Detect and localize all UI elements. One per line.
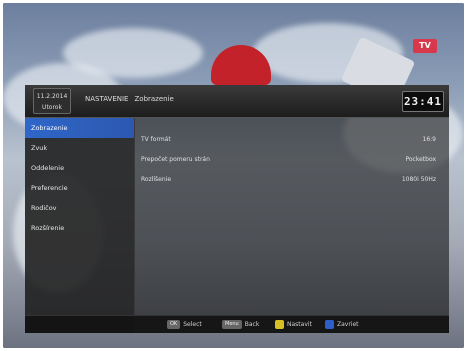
channel-logo: TV — [413, 39, 437, 53]
sidebar-item-zvuk[interactable]: Zvuk — [25, 138, 134, 158]
hint-ok: OK Select — [167, 320, 202, 330]
screen: TV 11.2.2014 Utorok NASTAVENIE Zobrazenie… — [0, 0, 467, 351]
settings-sidebar: Zobrazenie Zvuk Oddelenie Preferencie Ro… — [25, 118, 135, 333]
setting-label: Prepočet pomeru strán — [141, 156, 210, 163]
blue-key-icon — [325, 320, 334, 329]
hint-ok-label: Select — [183, 321, 202, 328]
sidebar-item-oddelenie[interactable]: Oddelenie — [25, 158, 134, 178]
sidebar-item-rodicov[interactable]: Rodičov — [25, 198, 134, 218]
clock: 23:41 — [402, 91, 444, 112]
sidebar-item-zobrazenie[interactable]: Zobrazenie — [25, 118, 134, 138]
ok-key-icon: OK — [167, 320, 181, 329]
key-hint-bar: OK Select Menu Back Nastavit Zavriet — [25, 315, 449, 333]
date-box: 11.2.2014 Utorok — [33, 88, 71, 114]
hint-menu-label: Back — [244, 321, 260, 328]
setting-row-aspect-conversion[interactable]: Prepočet pomeru strán Pocketbox — [141, 150, 441, 170]
tv-frame: TV 11.2.2014 Utorok NASTAVENIE Zobrazenie… — [3, 3, 464, 348]
setting-value[interactable]: Pocketbox — [405, 150, 436, 170]
setting-value[interactable]: 1080i 50Hz — [402, 170, 436, 190]
hint-blue-label: Zavriet — [337, 321, 359, 328]
hint-yellow-label: Nastavit — [287, 321, 312, 328]
weekday-text: Utorok — [42, 104, 62, 111]
menu-key-icon: Menu — [222, 320, 242, 329]
hint-menu: Menu Back — [222, 320, 259, 330]
breadcrumb-section: NASTAVENIE — [85, 95, 129, 103]
setting-label: TV formát — [141, 136, 171, 143]
settings-panel: 11.2.2014 Utorok NASTAVENIE Zobrazenie 23… — [25, 85, 449, 333]
hint-blue: Zavriet — [325, 320, 359, 330]
setting-row-tv-format[interactable]: TV formát 16:9 — [141, 130, 441, 150]
breadcrumb-page: Zobrazenie — [134, 95, 174, 103]
setting-row-resolution[interactable]: Rozlíšenie 1080i 50Hz — [141, 170, 441, 190]
date-text: 11.2.2014 — [36, 93, 68, 100]
panel-header: 11.2.2014 Utorok NASTAVENIE Zobrazenie 23… — [25, 85, 449, 118]
setting-value[interactable]: 16:9 — [423, 130, 436, 150]
settings-content: TV formát 16:9 Prepočet pomeru strán Poc… — [141, 130, 441, 190]
setting-label: Rozlíšenie — [141, 176, 172, 183]
breadcrumb: NASTAVENIE Zobrazenie — [85, 95, 174, 103]
yellow-key-icon — [275, 320, 284, 329]
sidebar-item-rozsirenie[interactable]: Rozšírenie — [25, 218, 134, 238]
hint-yellow: Nastavit — [275, 320, 312, 330]
sidebar-item-preferencie[interactable]: Preferencie — [25, 178, 134, 198]
